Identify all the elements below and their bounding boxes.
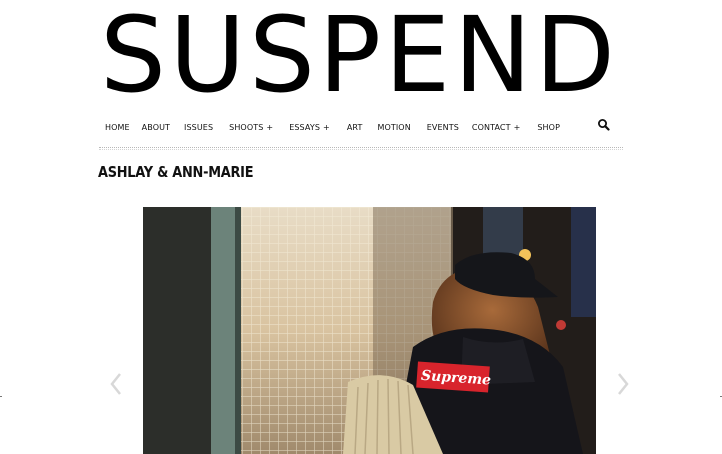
nav-item-label: ABOUT [141,122,171,132]
submenu-plus-icon: + [266,122,274,132]
nav-divider-secondary [99,149,623,150]
nav-item-label: ESSAYS [289,122,320,132]
slideshow-image[interactable]: Supreme [143,207,596,454]
slider-next-button[interactable] [616,372,630,396]
nav-item-label: EVENTS [426,122,459,132]
nav-item-label: CONTACT [471,122,511,132]
nav-item-label: SHOOTS [229,122,264,132]
nav-item-label: ART [346,122,363,132]
logo-text: SUSPEND [100,6,615,102]
search-button[interactable] [597,118,611,132]
nav-item-about[interactable]: ABOUT [142,123,170,132]
nav-item-essays[interactable]: ESSAYS + [289,123,330,132]
nav-item-motion[interactable]: MOTION [377,123,410,132]
nav-item-events[interactable]: EVENTS [427,123,459,132]
nav-item-shoots[interactable]: SHOOTS + [229,123,273,132]
nav-item-label: HOME [105,122,130,132]
nav-item-art[interactable]: ART [347,123,363,132]
nav-item-shop[interactable]: SHOP [537,123,560,132]
search-icon [598,119,610,131]
nav-item-contact[interactable]: CONTACT + [472,123,520,132]
logo-svg: SUSPEND [100,6,615,102]
site-logo[interactable]: SUSPEND [100,6,620,102]
slider-prev-button[interactable] [109,372,123,396]
nav-item-home[interactable]: HOME [105,123,130,132]
nav-item-label: SHOP [537,122,560,132]
chevron-right-icon [618,373,629,395]
chevron-left-icon [110,373,121,395]
submenu-plus-icon: + [513,122,521,132]
page: SUSPEND HOME ABOUT ISSUES SHOOTS + ESSAYS + ART… [0,0,722,454]
nav-item-label: ISSUES [184,122,214,132]
submenu-plus-icon: + [323,122,330,132]
post-title: ASHLAY & ANN-MARIE [98,163,254,181]
nav-item-issues[interactable]: ISSUES [184,123,213,132]
nav-item-label: MOTION [377,122,411,132]
edge-mark-left [0,396,2,397]
main-nav: HOME ABOUT ISSUES SHOOTS + ESSAYS + ART MOTION EV… [99,118,623,136]
nav-divider [99,147,623,148]
slide-photo: Supreme [143,207,596,454]
